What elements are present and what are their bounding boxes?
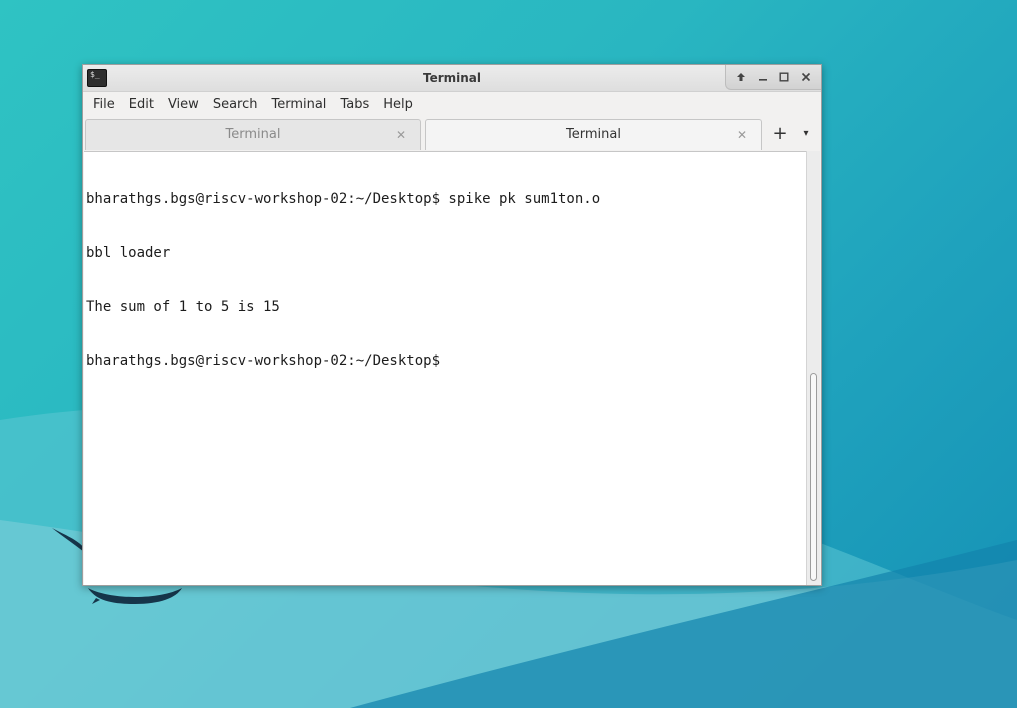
- tab-terminal-2[interactable]: Terminal ✕: [425, 119, 762, 150]
- window-controls: [725, 65, 821, 90]
- tab-menu-button[interactable]: ▾: [796, 123, 816, 145]
- terminal-window: $_ Terminal File Edit View Search Termin…: [82, 64, 822, 586]
- terminal-scrollbar[interactable]: [806, 151, 820, 585]
- tab-terminal-1[interactable]: Terminal ✕: [85, 119, 421, 150]
- tab-bar: Terminal ✕ Terminal ✕ + ▾: [83, 116, 821, 151]
- tab-label: Terminal: [566, 127, 621, 142]
- menu-edit[interactable]: Edit: [123, 95, 160, 114]
- terminal-line: bbl loader: [86, 245, 171, 261]
- menu-view[interactable]: View: [162, 95, 205, 114]
- window-titlebar[interactable]: $_ Terminal: [83, 65, 821, 92]
- arrow-up-icon[interactable]: [732, 68, 750, 86]
- maximize-icon[interactable]: [775, 68, 793, 86]
- close-icon[interactable]: ✕: [396, 120, 406, 150]
- menu-tabs[interactable]: Tabs: [334, 95, 375, 114]
- desktop: $_ Terminal File Edit View Search Termin…: [0, 0, 1017, 708]
- menu-search[interactable]: Search: [207, 95, 264, 114]
- minimize-icon[interactable]: [754, 68, 772, 86]
- menu-file[interactable]: File: [87, 95, 121, 114]
- terminal-prompt-line: bharathgs.bgs@riscv-workshop-02:~/Deskto…: [86, 353, 449, 369]
- terminal-line: bharathgs.bgs@riscv-workshop-02:~/Deskto…: [86, 191, 601, 207]
- menubar: File Edit View Search Terminal Tabs Help: [83, 92, 821, 116]
- menu-help[interactable]: Help: [377, 95, 419, 114]
- close-icon[interactable]: ✕: [737, 120, 747, 150]
- scrollbar-thumb[interactable]: [810, 373, 817, 581]
- close-icon[interactable]: [797, 68, 815, 86]
- terminal-line: The sum of 1 to 5 is 15: [86, 299, 280, 315]
- window-title: Terminal: [422, 71, 482, 85]
- terminal-output[interactable]: bharathgs.bgs@riscv-workshop-02:~/Deskto…: [84, 151, 806, 585]
- new-tab-button[interactable]: +: [770, 123, 790, 145]
- tab-label: Terminal: [225, 127, 281, 142]
- menu-terminal[interactable]: Terminal: [265, 95, 332, 114]
